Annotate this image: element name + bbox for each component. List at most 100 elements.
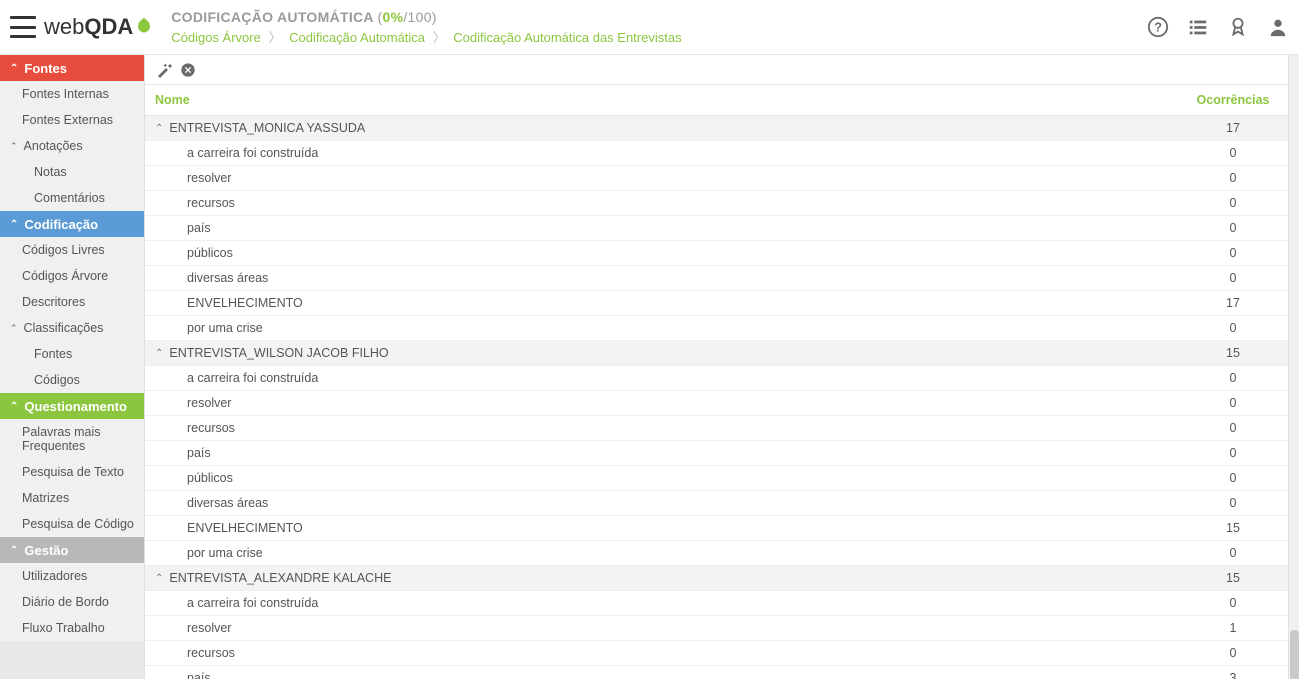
sidebar-item-notas[interactable]: Notas xyxy=(0,159,144,185)
row-name: públicos xyxy=(145,466,1178,491)
table-row[interactable]: país0 xyxy=(145,441,1288,466)
sidebar-group-classificacoes[interactable]: ⌃Classificações xyxy=(0,315,144,341)
table-row[interactable]: resolver1 xyxy=(145,616,1288,641)
row-occ: 0 xyxy=(1178,366,1288,391)
row-occ: 17 xyxy=(1178,291,1288,316)
row-occ: 0 xyxy=(1178,391,1288,416)
badge-icon[interactable] xyxy=(1227,16,1249,38)
row-name: país xyxy=(145,441,1178,466)
table-row[interactable]: públicos0 xyxy=(145,466,1288,491)
sidebar-item-pesquisa-texto[interactable]: Pesquisa de Texto xyxy=(0,459,144,485)
chevron-up-icon: ⌃ xyxy=(10,141,18,152)
sidebar-section-codificacao[interactable]: ⌃Codificação xyxy=(0,211,144,237)
table-row[interactable]: recursos0 xyxy=(145,641,1288,666)
table-row[interactable]: ENVELHECIMENTO17 xyxy=(145,291,1288,316)
app-logo: webQDA xyxy=(44,14,153,40)
table-row[interactable]: por uma crise0 xyxy=(145,316,1288,341)
row-occ: 0 xyxy=(1178,491,1288,516)
table-row[interactable]: resolver0 xyxy=(145,166,1288,191)
row-name: diversas áreas xyxy=(145,266,1178,291)
sidebar-item-codigos-livres[interactable]: Códigos Livres xyxy=(0,237,144,263)
sidebar-group-anotacoes[interactable]: ⌃Anotações xyxy=(0,133,144,159)
page-title: CODIFICAÇÃO AUTOMÁTICA (0%/100) xyxy=(171,9,1147,25)
breadcrumb: Códigos Árvore 〉 Codificação Automática … xyxy=(171,27,1147,46)
table-row[interactable]: país3 xyxy=(145,666,1288,679)
table-row[interactable]: recursos0 xyxy=(145,416,1288,441)
row-occ: 0 xyxy=(1178,316,1288,341)
list-icon[interactable] xyxy=(1187,16,1209,38)
chevron-up-icon: ⌃ xyxy=(10,401,18,412)
table-row[interactable]: diversas áreas0 xyxy=(145,266,1288,291)
table-row[interactable]: país0 xyxy=(145,216,1288,241)
sidebar-item-comentarios[interactable]: Comentários xyxy=(0,185,144,211)
row-name: por uma crise xyxy=(145,316,1178,341)
leaf-icon xyxy=(135,16,153,34)
row-occ: 0 xyxy=(1178,441,1288,466)
scrollbar-thumb[interactable] xyxy=(1290,630,1299,679)
sidebar-item-class-codigos[interactable]: Códigos xyxy=(0,367,144,393)
table-row[interactable]: recursos0 xyxy=(145,191,1288,216)
sidebar-section-gestao[interactable]: ⌃Gestão xyxy=(0,537,144,563)
table-row[interactable]: a carreira foi construída0 xyxy=(145,366,1288,391)
sidebar-section-questionamento[interactable]: ⌃Questionamento xyxy=(0,393,144,419)
breadcrumb-link-1[interactable]: Codificação Automática xyxy=(289,30,425,45)
row-occ: 0 xyxy=(1178,216,1288,241)
sidebar-item-descritores[interactable]: Descritores xyxy=(0,289,144,315)
row-name: recursos xyxy=(145,416,1178,441)
sidebar-item-codigos-arvore[interactable]: Códigos Árvore xyxy=(0,263,144,289)
help-icon[interactable]: ? xyxy=(1147,16,1169,38)
table-row[interactable]: ENVELHECIMENTO15 xyxy=(145,516,1288,541)
sidebar-item-fontes-internas[interactable]: Fontes Internas xyxy=(0,81,144,107)
sidebar-item-matrizes[interactable]: Matrizes xyxy=(0,485,144,511)
sidebar-item-palavras-frequentes[interactable]: Palavras mais Frequentes xyxy=(0,419,144,459)
row-occ: 0 xyxy=(1178,166,1288,191)
logo-qda: QDA xyxy=(84,14,133,40)
table-row[interactable]: diversas áreas0 xyxy=(145,491,1288,516)
row-occ: 0 xyxy=(1178,641,1288,666)
sidebar-item-class-fontes[interactable]: Fontes xyxy=(0,341,144,367)
table-group-row[interactable]: ⌃ENTREVISTA_MONICA YASSUDA17 xyxy=(145,116,1288,141)
sidebar-item-fontes-externas[interactable]: Fontes Externas xyxy=(0,107,144,133)
breadcrumb-link-0[interactable]: Códigos Árvore xyxy=(171,30,261,45)
table-row[interactable]: a carreira foi construída0 xyxy=(145,591,1288,616)
row-occ: 0 xyxy=(1178,241,1288,266)
sidebar-item-diario-bordo[interactable]: Diário de Bordo xyxy=(0,589,144,615)
table-row[interactable]: públicos0 xyxy=(145,241,1288,266)
close-icon[interactable] xyxy=(179,61,197,79)
sidebar: ⌃Fontes Fontes Internas Fontes Externas … xyxy=(0,55,145,679)
row-occ: 0 xyxy=(1178,416,1288,441)
row-occ: 0 xyxy=(1178,466,1288,491)
table-group-row[interactable]: ⌃ENTREVISTA_WILSON JACOB FILHO15 xyxy=(145,341,1288,366)
col-occurrences[interactable]: Ocorrências xyxy=(1178,85,1288,116)
user-icon[interactable] xyxy=(1267,16,1289,38)
row-name: a carreira foi construída xyxy=(145,366,1178,391)
menu-toggle[interactable] xyxy=(10,16,36,38)
sidebar-section-fontes[interactable]: ⌃Fontes xyxy=(0,55,144,81)
row-name: por uma crise xyxy=(145,541,1178,566)
row-name: a carreira foi construída xyxy=(145,141,1178,166)
row-name: resolver xyxy=(145,391,1178,416)
col-name[interactable]: Nome xyxy=(145,85,1178,116)
row-name: país xyxy=(145,666,1178,679)
table-row[interactable]: resolver0 xyxy=(145,391,1288,416)
sidebar-item-utilizadores[interactable]: Utilizadores xyxy=(0,563,144,589)
sidebar-item-pesquisa-codigo[interactable]: Pesquisa de Código xyxy=(0,511,144,537)
row-name: resolver xyxy=(145,166,1178,191)
wand-icon[interactable] xyxy=(155,61,173,79)
table-row[interactable]: a carreira foi construída0 xyxy=(145,141,1288,166)
row-name: diversas áreas xyxy=(145,491,1178,516)
row-occ: 0 xyxy=(1178,591,1288,616)
row-name: ENVELHECIMENTO xyxy=(145,291,1178,316)
row-name: resolver xyxy=(145,616,1178,641)
row-occ: 3 xyxy=(1178,666,1288,679)
chevron-up-icon: ⌃ xyxy=(155,348,163,359)
table-group-row[interactable]: ⌃ENTREVISTA_ALEXANDRE KALACHE15 xyxy=(145,566,1288,591)
breadcrumb-link-2[interactable]: Codificação Automática das Entrevistas xyxy=(453,30,681,45)
content-toolbar xyxy=(145,55,1288,85)
group-name: ENTREVISTA_WILSON JACOB FILHO xyxy=(169,346,388,360)
right-scrollbar[interactable] xyxy=(1288,55,1299,679)
table-row[interactable]: por uma crise0 xyxy=(145,541,1288,566)
chevron-up-icon: ⌃ xyxy=(155,123,163,134)
group-name: ENTREVISTA_ALEXANDRE KALACHE xyxy=(169,571,391,585)
sidebar-item-fluxo-trabalho[interactable]: Fluxo Trabalho xyxy=(0,615,144,641)
